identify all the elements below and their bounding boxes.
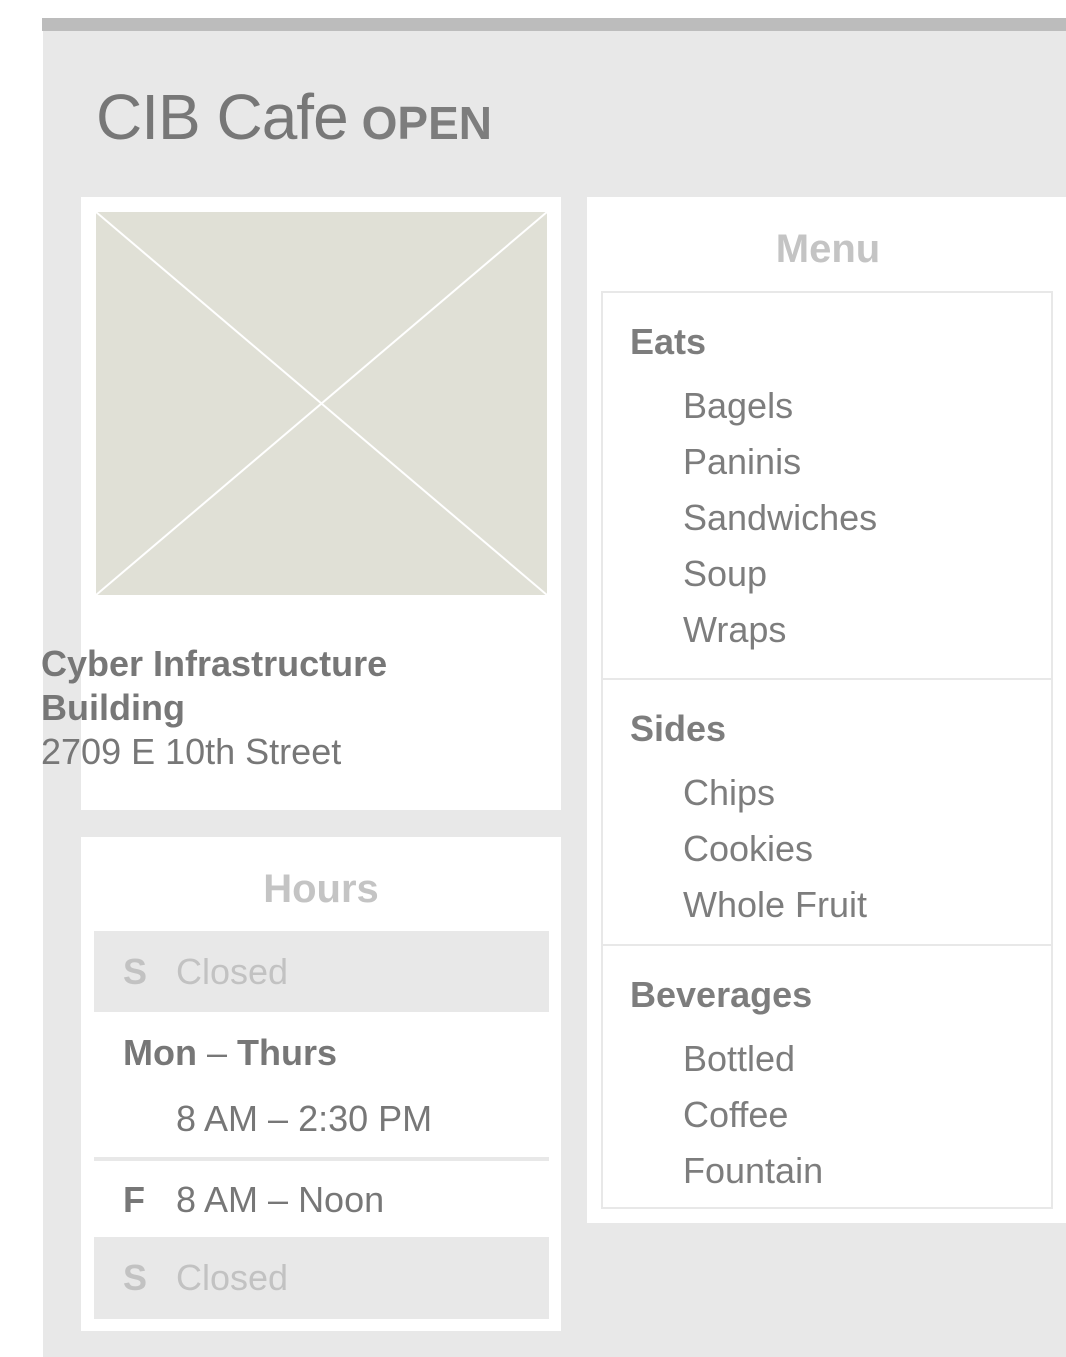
hours-row-mon-thurs: Mon – Thurs 8 AM – 2:30 PM	[94, 1012, 549, 1157]
menu-item[interactable]: Wraps	[683, 609, 786, 651]
menu-item[interactable]: Whole Fruit	[683, 884, 867, 926]
hours-time: 8 AM – 2:30 PM	[176, 1098, 433, 1139]
day-range-dash: –	[206, 1032, 228, 1073]
menu-item[interactable]: Paninis	[683, 441, 801, 483]
status-badge: OPEN	[361, 97, 493, 149]
menu-item[interactable]: Bottled	[683, 1038, 795, 1080]
day-label: Mon – Thurs	[123, 1032, 337, 1074]
hours-table: S Closed Mon – Thurs 8 AM – 2:30 PM F 8 …	[94, 931, 549, 1319]
hours-row-saturday: S Closed	[94, 1237, 549, 1319]
day-label: F	[123, 1179, 145, 1220]
page-title: CIB Cafe OPEN	[96, 80, 492, 160]
cafe-name: CIB Cafe	[96, 81, 349, 153]
menu-item[interactable]: Coffee	[683, 1094, 788, 1136]
hours-row-sunday: S Closed	[94, 931, 549, 1012]
menu-section-beverages: Beverages Bottled Coffee Fountain	[603, 944, 1051, 1207]
section-title: Eats	[630, 321, 707, 362]
menu-item[interactable]: Fountain	[683, 1150, 823, 1192]
day-start: Mon	[123, 1032, 197, 1073]
menu-card: Menu Eats Bagels Paninis Sandwiches Soup…	[587, 197, 1066, 1223]
hours-time: Closed	[176, 951, 289, 992]
menu-sections: Eats Bagels Paninis Sandwiches Soup Wrap…	[601, 291, 1053, 1209]
menu-item[interactable]: Cookies	[683, 828, 813, 870]
day-label: S	[123, 951, 148, 992]
menu-item[interactable]: Soup	[683, 553, 767, 595]
menu-item[interactable]: Bagels	[683, 385, 793, 427]
menu-section-eats: Eats Bagels Paninis Sandwiches Soup Wrap…	[603, 293, 1051, 679]
section-title: Beverages	[630, 974, 813, 1015]
menu-heading: Menu	[775, 227, 881, 271]
menu-section-sides: Sides Chips Cookies Whole Fruit	[603, 678, 1051, 946]
menu-item[interactable]: Chips	[683, 772, 775, 814]
hours-time: Closed	[176, 1257, 289, 1298]
building-name: Cyber Infrastructure Building	[41, 643, 388, 728]
day-end: Thurs	[237, 1032, 338, 1073]
hours-row-friday: F 8 AM – Noon	[94, 1159, 549, 1239]
building-address: 2709 E 10th Street	[41, 731, 342, 772]
hours-time: 8 AM – Noon	[176, 1179, 385, 1220]
hours-heading: Hours	[263, 867, 379, 911]
menu-item[interactable]: Sandwiches	[683, 497, 877, 539]
image-placeholder	[96, 212, 547, 595]
day-label: S	[123, 1257, 148, 1298]
hours-card: Hours S Closed Mon – Thurs 8 AM – 2:30 P…	[81, 837, 561, 1331]
section-title: Sides	[630, 708, 727, 749]
top-bar	[42, 18, 1066, 31]
